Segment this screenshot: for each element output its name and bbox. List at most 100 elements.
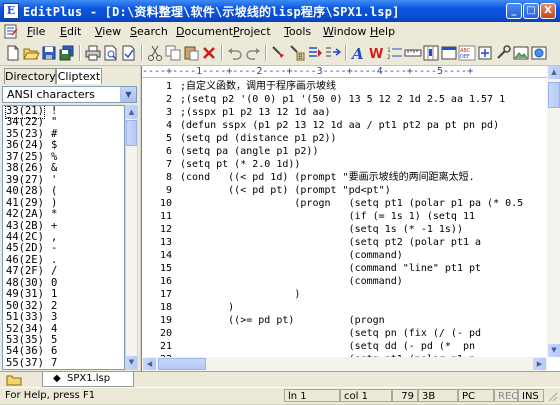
go-to-icon[interactable] [306,44,324,62]
find-icon[interactable] [270,44,288,62]
code-line[interactable]: (setq 1s (* -1 1s)) [180,223,463,236]
html-preview-icon[interactable] [530,44,548,62]
resize-grip-icon[interactable] [546,390,558,402]
code-line[interactable]: (setq pt (* 2.0 1d)) [180,158,300,171]
menu-edit[interactable]: Edit [57,24,84,39]
menu-window[interactable]: Window [320,24,369,39]
status-file-mode: PC [458,389,494,402]
maximize-button[interactable]: □ [523,3,539,19]
char-code: 51(33) [6,311,44,324]
bookmark-icon[interactable] [324,44,342,62]
editplus-app-icon[interactable]: E [3,3,19,19]
delete-icon[interactable] [200,44,218,62]
code-line[interactable]: ) [180,301,234,314]
code-line[interactable]: (command "line" pt1 pt [180,262,481,275]
code-line[interactable]: ((< pd pt) (prompt "pd<pt") [180,184,391,197]
code-line[interactable]: ;自定义函数，调用于程序画示坡线 [180,80,336,93]
code-line[interactable]: (defun sspx (p1 p2 13 12 1d aa / pt1 pt2… [180,119,499,132]
title-bar[interactable]: E EditPlus - [D:\资料整理\软件\示坡线的lisp程序\SPX1… [0,0,560,22]
char-list-item[interactable]: 55(37) 7 [3,357,124,369]
save-icon[interactable] [40,44,58,62]
user-tool-icon[interactable] [494,44,512,62]
char-code: 40(28) [6,185,44,198]
menu-tools[interactable]: Tools [281,24,314,39]
tab-directory[interactable]: Directory [4,68,56,84]
code-line[interactable]: ) [180,288,300,301]
ruler-icon[interactable] [404,44,422,62]
code-line[interactable]: (progn (setq pt1 (polar p1 pa (* 0.5 [180,197,523,210]
scroll-up-arrow-icon[interactable]: ▲ [126,106,137,119]
chevron-down-icon[interactable]: ▼ [120,87,136,102]
editor-pane[interactable]: ----+----1----+----2----+----3----+----4… [141,66,560,371]
clip-icon[interactable] [476,44,494,62]
column-select-icon[interactable] [422,44,440,62]
vertical-scroll-thumb[interactable] [548,82,560,108]
svg-text:1: 1 [387,47,391,54]
font-icon[interactable]: A [350,44,368,62]
new-file-icon[interactable] [4,44,22,62]
save-all-icon[interactable] [58,44,76,62]
char-list-scrollbar[interactable]: ▲ ▼ [125,105,138,370]
menu-search[interactable]: Search [127,24,171,39]
editor-vertical-scrollbar[interactable]: ▲ ▼ [547,66,560,357]
code-line[interactable]: (setq pt2 (polar pt1 a [180,236,481,249]
scroll-down-arrow-icon[interactable]: ▼ [548,344,560,357]
cut-icon[interactable] [146,44,164,62]
char-list-item[interactable]: 51(33) 3 [3,311,124,324]
replace-icon[interactable]: B [288,44,306,62]
line-number: 6 [165,146,172,157]
code-line[interactable]: ;(sspx p1 p2 13 12 1d aa) [180,106,331,119]
document-tab-label: SPX1.lsp [67,373,111,384]
abc-text-icon[interactable]: ABCDEF [458,44,476,62]
menu-document[interactable]: Document [173,24,236,39]
code-line[interactable]: (cond ((< pd 1d) (prompt "要画示坡线的两间距离太短. [180,171,475,184]
code-area[interactable]: 1 ;自定义函数，调用于程序画示坡线 2 ;(setq p2 '(0 0) p1 '(… [142,78,547,357]
document-tab-spx1[interactable]: ◆ SPX1.lsp [42,372,134,387]
scroll-thumb[interactable] [126,120,137,146]
fullscreen-icon[interactable] [440,44,458,62]
document-tab-bar: ◆ SPX1.lsp [0,371,560,388]
undo-icon[interactable] [226,44,244,62]
code-line[interactable]: (setq pn (fix (/ (- pd [180,327,481,340]
horizontal-scroll-thumb[interactable] [158,358,206,370]
scroll-up-arrow-icon[interactable]: ▲ [548,66,560,79]
code-line[interactable]: (command) [180,249,403,262]
print-icon[interactable] [84,44,102,62]
menu-project[interactable]: Project [230,24,274,39]
line-number-icon[interactable]: 12 [386,44,404,62]
menu-help[interactable]: Help [367,24,398,39]
word-wrap-icon[interactable]: W [368,44,386,62]
redo-icon[interactable] [244,44,262,62]
scroll-left-arrow-icon[interactable]: ◀ [143,358,156,370]
open-folder-icon[interactable] [22,44,40,62]
code-line[interactable]: ;(setq p2 '(0 0) p1 '(50 0) 13 5 12 2 1d… [180,93,505,106]
code-line[interactable]: (setq pd (distance p1 p2)) [180,132,337,145]
document-menu-icon[interactable] [3,24,19,39]
paste-icon[interactable] [182,44,200,62]
tab-cliptext[interactable]: Cliptext [56,68,102,84]
minimize-button[interactable]: _ [506,3,522,19]
char-list-item[interactable]: 42(2A) * [3,208,124,221]
code-line[interactable]: (setq pa (angle p1 p2)) [180,145,318,158]
scroll-down-arrow-icon[interactable]: ▼ [126,356,137,369]
code-line[interactable]: (command) [180,275,403,288]
menu-view[interactable]: View [92,24,124,39]
char-list-item[interactable]: 40(28) ( [3,186,124,198]
code-line[interactable]: (if (= 1s 1) (setq 11 [180,210,475,223]
menu-file[interactable]: File [24,24,48,39]
folder-icon[interactable] [6,374,22,386]
line-number: 9 [165,185,172,196]
code-line[interactable]: ((>= pd pt) (progn [180,314,385,327]
image-icon[interactable] [512,44,530,62]
spell-check-icon[interactable] [120,44,138,62]
code-line[interactable]: (setq dd (- pd (* pn [180,340,475,353]
charset-dropdown[interactable]: ANSI characters ▼ [2,86,137,103]
print-preview-icon[interactable] [102,44,120,62]
line-number: 8 [165,172,172,183]
cliptext-char-list[interactable]: 33(21)! 34(22) " 35(23) #36(24) $37(25)% 38(26… [2,105,125,370]
menu-bar: File Edit View Search Document Project T… [0,22,560,41]
close-button[interactable]: X [540,3,556,19]
copy-icon[interactable] [164,44,182,62]
scroll-right-arrow-icon[interactable]: ▶ [533,358,546,370]
editor-horizontal-scrollbar[interactable]: ◀ ▶ [142,357,547,371]
